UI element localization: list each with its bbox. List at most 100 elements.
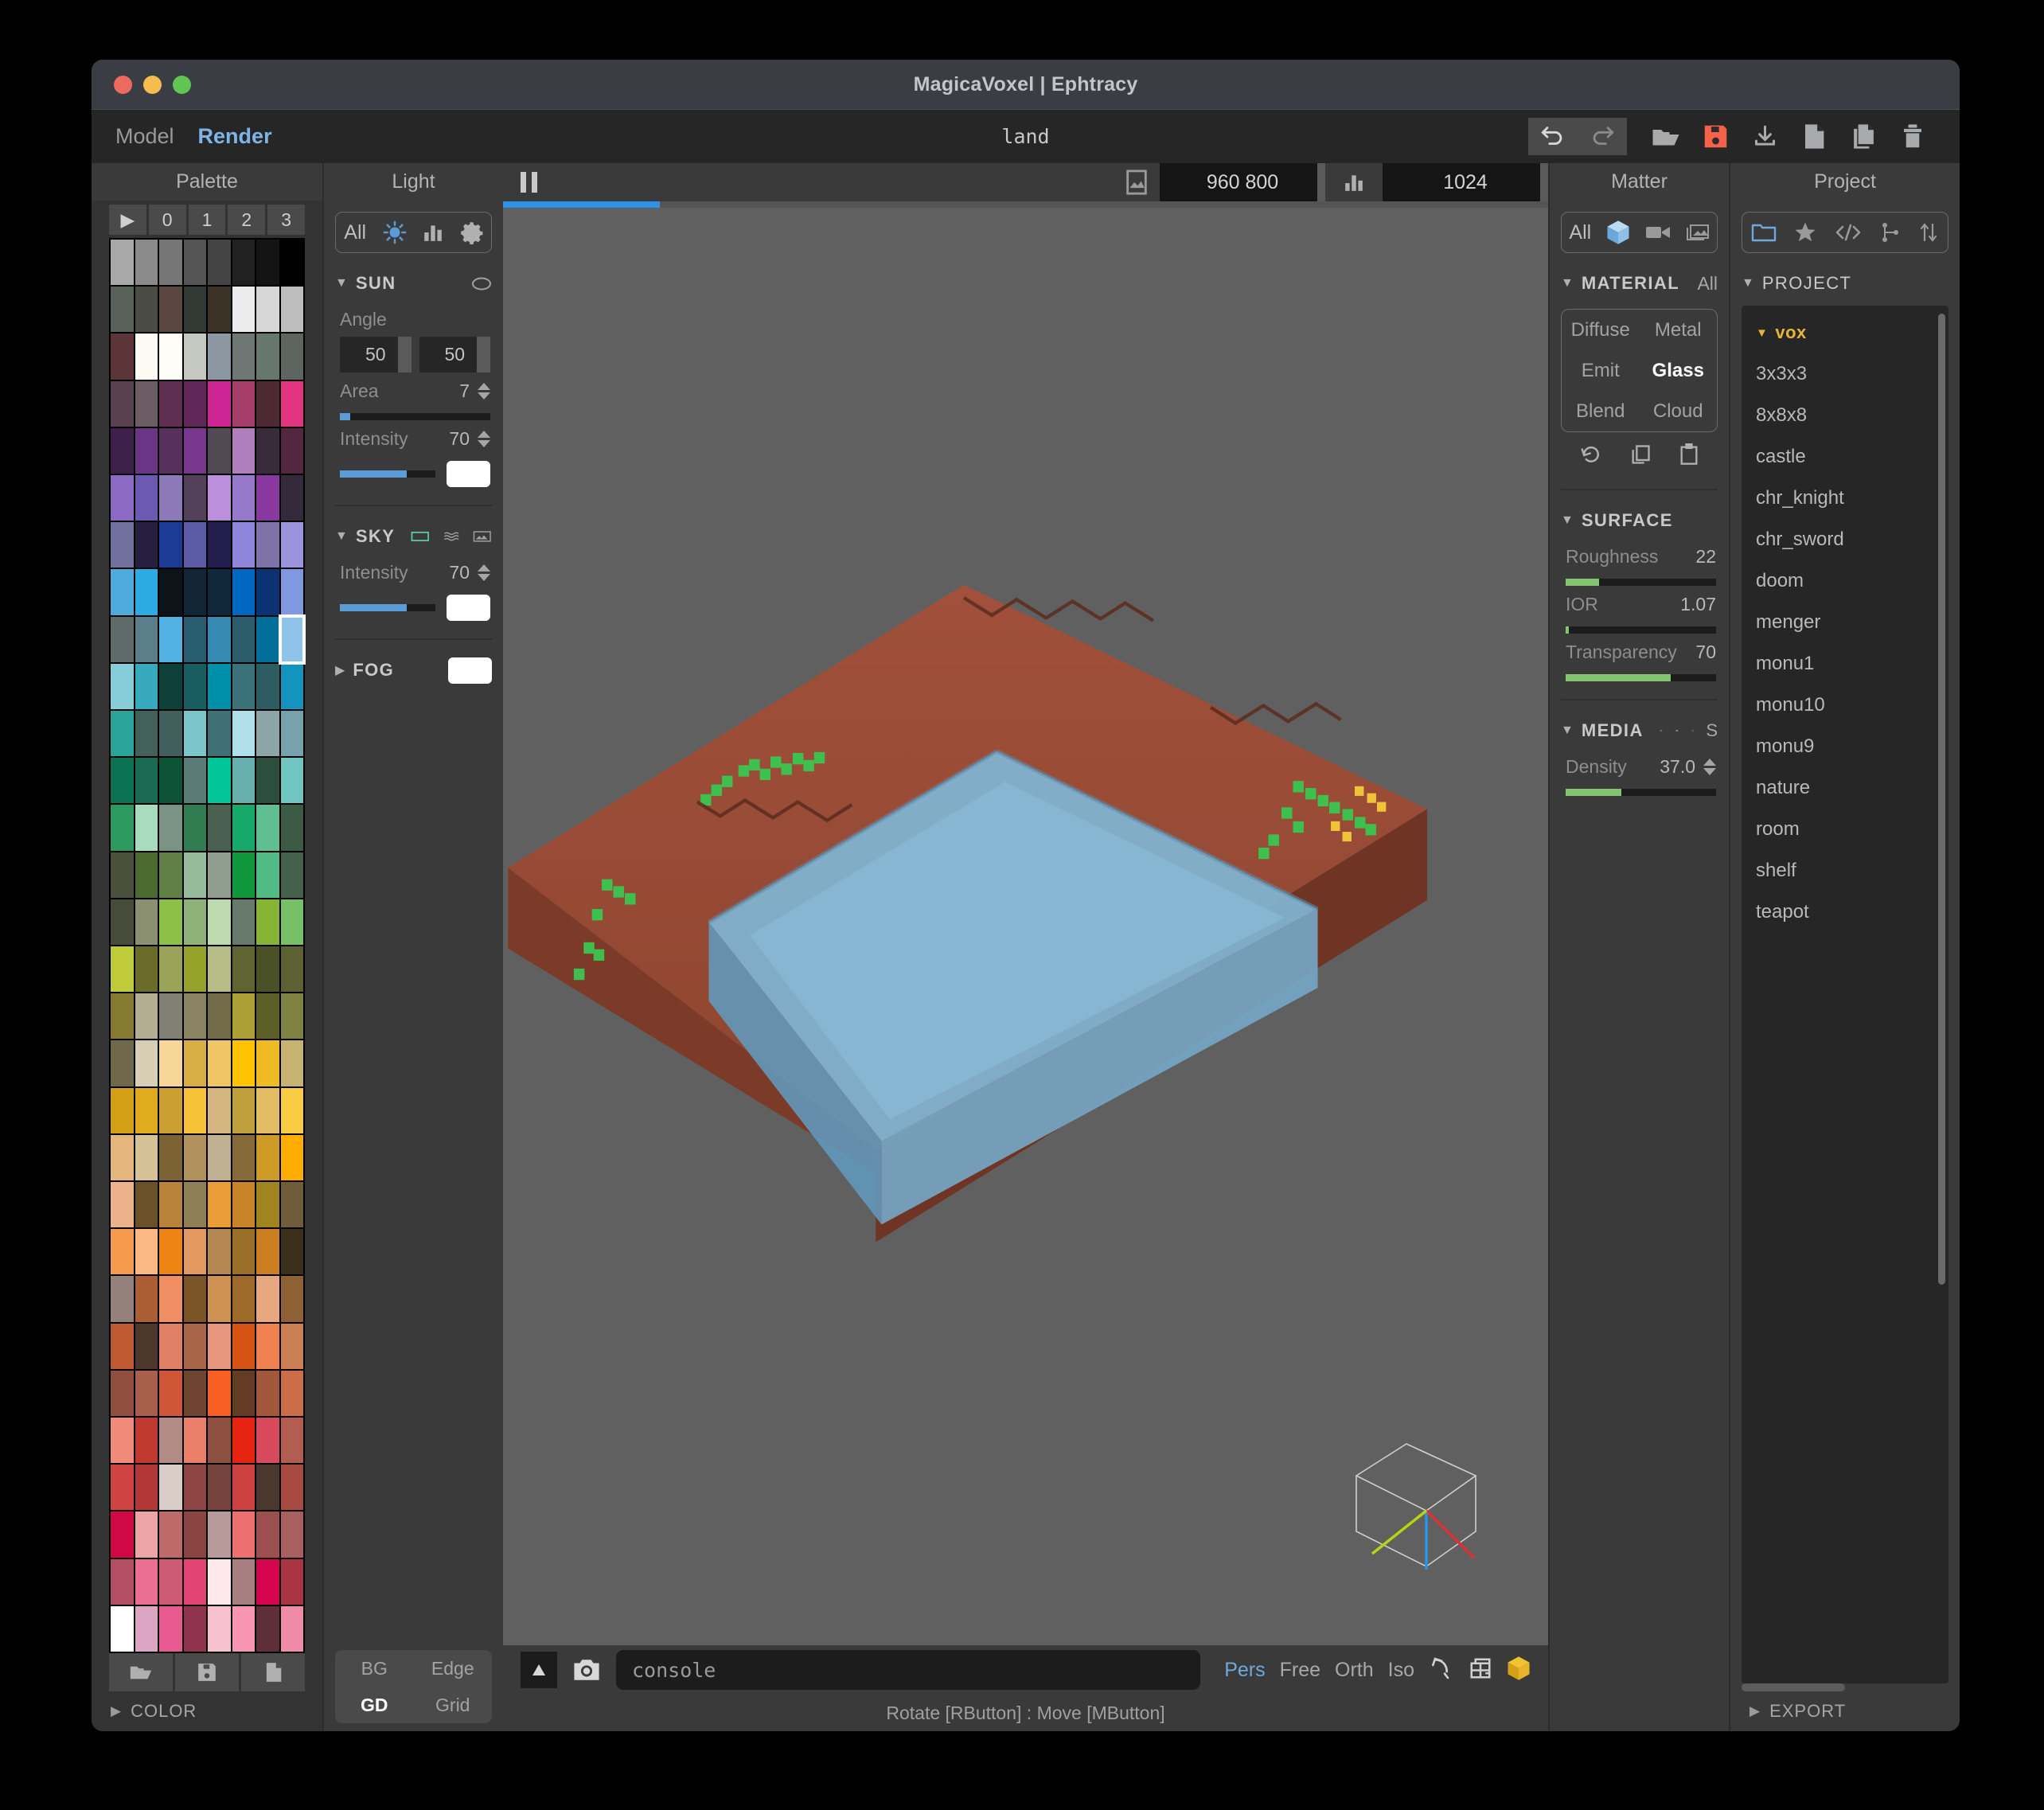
palette-swatch[interactable] <box>256 1276 279 1322</box>
palette-swatch[interactable] <box>111 663 134 709</box>
palette-swatch[interactable] <box>135 663 158 709</box>
material-emit[interactable]: Emit <box>1562 350 1640 391</box>
palette-swatch[interactable] <box>111 569 134 615</box>
sun-icon[interactable] <box>383 220 407 244</box>
palette-swatch[interactable] <box>208 805 231 851</box>
media-section-header[interactable]: ▼ MEDIA S <box>1561 716 1718 745</box>
color-section-header[interactable]: ▶ COLOR <box>92 1691 322 1731</box>
palette-swatch[interactable] <box>256 616 279 662</box>
palette-swatch[interactable] <box>135 380 158 427</box>
palette-swatch[interactable] <box>183 1465 206 1511</box>
sun-angle-x-input[interactable]: 50 <box>340 337 412 373</box>
palette-swatch[interactable] <box>183 1040 206 1086</box>
palette-swatch[interactable] <box>135 899 158 945</box>
projection-orth[interactable]: Orth <box>1335 1659 1374 1682</box>
palette-swatch[interactable] <box>183 1605 206 1652</box>
palette-swatch[interactable] <box>135 1558 158 1605</box>
absorb-icon[interactable] <box>1660 723 1663 739</box>
palette-swatch[interactable] <box>111 287 134 333</box>
palette-swatch[interactable] <box>183 1229 206 1275</box>
palette-grid[interactable] <box>109 238 306 1653</box>
palette-swatch[interactable] <box>208 287 231 333</box>
palette-swatch[interactable] <box>280 805 303 851</box>
material-cloud[interactable]: Cloud <box>1640 391 1718 431</box>
palette-swatch[interactable] <box>208 1605 231 1652</box>
cube-icon[interactable] <box>1606 220 1630 245</box>
palette-swatch[interactable] <box>232 334 255 380</box>
palette-swatch[interactable] <box>159 240 182 286</box>
reset-icon[interactable] <box>1579 443 1603 471</box>
palette-swatch[interactable] <box>135 1370 158 1416</box>
palette-swatch[interactable] <box>135 475 158 521</box>
palette-swatch[interactable] <box>280 427 303 474</box>
light-tab-all[interactable]: All <box>344 221 366 244</box>
palette-swatch[interactable] <box>183 1182 206 1228</box>
palette-swatch[interactable] <box>183 711 206 757</box>
material-section-header[interactable]: ▼ MATERIAL All <box>1561 269 1718 298</box>
palette-swatch[interactable] <box>183 852 206 898</box>
sun-color-chip[interactable] <box>447 461 490 487</box>
sky-solid-icon[interactable] <box>411 528 430 545</box>
palette-swatch[interactable] <box>232 1087 255 1133</box>
gear-icon[interactable] <box>460 221 483 244</box>
palette-swatch[interactable] <box>256 380 279 427</box>
palette-swatch[interactable] <box>183 805 206 851</box>
palette-swatch[interactable] <box>256 852 279 898</box>
palette-swatch[interactable] <box>208 899 231 945</box>
node-graph-icon[interactable] <box>1879 221 1902 244</box>
sun-area-slider[interactable] <box>340 413 490 420</box>
palette-swatch[interactable] <box>208 1465 231 1511</box>
material-glass[interactable]: Glass <box>1640 350 1718 391</box>
sky-color-chip[interactable] <box>447 595 490 621</box>
palette-swatch[interactable] <box>183 287 206 333</box>
projection-free[interactable]: Free <box>1280 1659 1320 1682</box>
palette-swatch[interactable] <box>183 569 206 615</box>
palette-swatch[interactable] <box>159 663 182 709</box>
palette-swatch[interactable] <box>135 287 158 333</box>
fog-color-chip[interactable] <box>448 657 492 684</box>
palette-swatch[interactable] <box>208 569 231 615</box>
palette-swatch[interactable] <box>256 1087 279 1133</box>
palette-swatch[interactable] <box>232 475 255 521</box>
palette-swatch[interactable] <box>256 522 279 568</box>
palette-swatch[interactable] <box>159 334 182 380</box>
transparency-slider[interactable] <box>1566 674 1716 681</box>
palette-swatch[interactable] <box>111 1134 134 1180</box>
camera-icon[interactable] <box>568 1652 605 1688</box>
toggle-grid[interactable]: Grid <box>414 1687 493 1723</box>
material-metal[interactable]: Metal <box>1640 310 1718 350</box>
image-stack-icon[interactable] <box>1686 223 1710 242</box>
palette-swatch[interactable] <box>135 522 158 568</box>
toggle-edge[interactable]: Edge <box>414 1650 493 1687</box>
star-icon[interactable] <box>1793 220 1817 244</box>
palette-swatch[interactable] <box>183 380 206 427</box>
palette-swatch[interactable] <box>135 1605 158 1652</box>
palette-swatch[interactable] <box>111 1040 134 1086</box>
project-item[interactable]: chr_knight <box>1742 478 1948 519</box>
palette-swatch[interactable] <box>111 946 134 993</box>
material-all-label[interactable]: All <box>1697 273 1718 295</box>
palette-swatch[interactable] <box>280 946 303 993</box>
sun-icon[interactable] <box>1691 721 1695 740</box>
palette-swatch[interactable] <box>256 334 279 380</box>
palette-swatch[interactable] <box>208 1276 231 1322</box>
palette-swatch[interactable] <box>135 569 158 615</box>
palette-swatch[interactable] <box>256 1418 279 1464</box>
palette-swatch[interactable] <box>159 1323 182 1369</box>
palette-swatch[interactable] <box>232 1134 255 1180</box>
box-icon[interactable] <box>1507 1656 1531 1685</box>
project-item[interactable]: 3x3x3 <box>1742 353 1948 395</box>
palette-swatch[interactable] <box>159 993 182 1040</box>
palette-swatch[interactable] <box>183 758 206 804</box>
palette-swatch[interactable] <box>111 334 134 380</box>
palette-swatch[interactable] <box>135 1465 158 1511</box>
palette-swatch[interactable] <box>208 711 231 757</box>
project-item[interactable]: chr_sword <box>1742 519 1948 560</box>
palette-swatch[interactable] <box>256 663 279 709</box>
palette-swatch[interactable] <box>111 805 134 851</box>
paste-icon[interactable] <box>1679 443 1699 471</box>
palette-swatch[interactable] <box>256 1134 279 1180</box>
palette-swatch[interactable] <box>280 380 303 427</box>
palette-swatch[interactable] <box>111 1276 134 1322</box>
palette-swatch[interactable] <box>183 1418 206 1464</box>
